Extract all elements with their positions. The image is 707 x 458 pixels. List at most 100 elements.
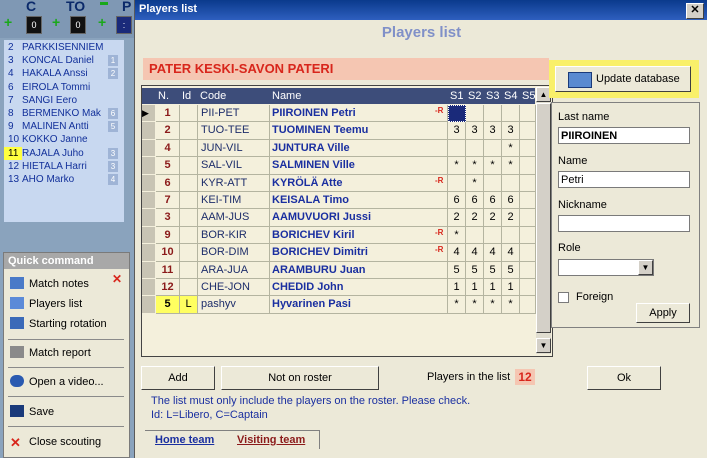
background-player-row[interactable]: 9 MALINEN Antti 5	[4, 120, 124, 133]
match-report-item[interactable]: Match report	[10, 344, 91, 362]
set-position-cell[interactable]: *	[448, 157, 466, 175]
set-position-cell[interactable]	[520, 157, 536, 175]
nickname-field[interactable]	[558, 215, 690, 232]
player-number-cell[interactable]: 10	[156, 244, 180, 262]
set-position-cell[interactable]: 1	[502, 279, 520, 297]
set-position-cell[interactable]	[520, 192, 536, 210]
player-name-cell[interactable]: CHEDID John	[270, 279, 448, 297]
background-player-row[interactable]: 8 BERMENKO Mak 6	[4, 107, 124, 120]
set-position-cell[interactable]	[466, 139, 484, 158]
player-name-cell[interactable]: PIIROINEN Petri	[270, 105, 448, 123]
set-position-cell[interactable]: 2	[448, 209, 466, 227]
player-code-cell[interactable]: JUN-VIL	[198, 139, 270, 158]
player-code-cell[interactable]: TUO-TEE	[198, 122, 270, 140]
close-button[interactable]: ✕	[686, 3, 704, 19]
player-name-cell[interactable]: TUOMINEN Teemu	[270, 122, 448, 140]
player-id-cell[interactable]	[180, 226, 198, 245]
set-position-cell[interactable]: 6	[484, 192, 502, 210]
set-position-cell[interactable]: 3	[466, 122, 484, 140]
players-list-item[interactable]: Players list	[10, 295, 82, 313]
player-number-cell[interactable]: 2	[156, 122, 180, 140]
player-code-cell[interactable]: CHE-JON	[198, 279, 270, 297]
foreign-checkbox[interactable]	[558, 292, 569, 303]
set-position-cell[interactable]: 6	[502, 192, 520, 210]
player-number-cell[interactable]: 9	[156, 226, 180, 245]
starting-rotation-item[interactable]: Starting rotation	[10, 315, 107, 333]
player-number-cell[interactable]: 11	[156, 261, 180, 279]
player-name-cell[interactable]: JUNTURA Ville	[270, 139, 448, 158]
set-position-cell[interactable]: 5	[484, 261, 502, 279]
player-id-cell[interactable]	[180, 261, 198, 279]
row-selector[interactable]: ▶	[142, 105, 155, 122]
set-position-cell[interactable]: 1	[448, 279, 466, 297]
plus-icon[interactable]: +	[4, 14, 12, 30]
minus-icon[interactable]	[100, 2, 108, 5]
row-selector[interactable]	[142, 244, 155, 261]
row-selector[interactable]	[142, 122, 155, 139]
player-code-cell[interactable]: ARA-JUA	[198, 261, 270, 279]
column-header[interactable]: N.	[158, 88, 182, 105]
set-position-cell[interactable]	[520, 209, 536, 227]
set-position-cell[interactable]: 2	[466, 209, 484, 227]
set-position-cell[interactable]: 1	[484, 279, 502, 297]
set-position-cell[interactable]: *	[466, 157, 484, 175]
not-on-roster-button[interactable]: Not on roster	[221, 366, 379, 390]
player-id-cell[interactable]: L	[180, 296, 198, 314]
player-id-cell[interactable]	[180, 192, 198, 210]
background-player-row[interactable]: 12 HIETALA Harri 3	[4, 160, 124, 173]
player-code-cell[interactable]: SAL-VIL	[198, 157, 270, 175]
background-player-row[interactable]: 10 KOKKO Janne	[4, 133, 124, 146]
row-selector[interactable]	[142, 157, 155, 174]
player-number-cell[interactable]: 4	[156, 139, 180, 158]
column-header[interactable]: S1	[450, 88, 468, 105]
background-player-row[interactable]: 4 HAKALA Anssi 2	[4, 67, 124, 80]
chevron-down-icon[interactable]: ▼	[638, 260, 653, 275]
column-header[interactable]: S4	[504, 88, 522, 105]
column-header[interactable]: S5	[522, 88, 538, 105]
column-header[interactable]: S3	[486, 88, 504, 105]
player-number-cell[interactable]: 12	[156, 279, 180, 297]
set-position-cell[interactable]	[520, 226, 536, 245]
set-position-cell[interactable]	[466, 105, 484, 123]
set-position-cell[interactable]: *	[502, 139, 520, 158]
player-code-cell[interactable]: BOR-KIR	[198, 226, 270, 245]
ok-button[interactable]: Ok	[587, 366, 661, 390]
background-player-row[interactable]: 6 EIROLA Tommi	[4, 81, 124, 94]
player-id-cell[interactable]	[180, 279, 198, 297]
row-selector[interactable]	[142, 209, 155, 226]
set-position-cell[interactable]: 4	[484, 244, 502, 262]
player-name-cell[interactable]: ARAMBURU Juan	[270, 261, 448, 279]
player-id-cell[interactable]	[180, 105, 198, 123]
set-position-cell[interactable]: *	[502, 296, 520, 314]
row-selector[interactable]	[142, 226, 155, 244]
set-position-cell[interactable]: 1	[466, 279, 484, 297]
set-position-cell[interactable]: 5	[448, 261, 466, 279]
vertical-scrollbar[interactable]: ▲ ▼	[536, 87, 551, 354]
update-database-button[interactable]: Update database	[555, 66, 691, 92]
player-number-cell[interactable]: 1	[156, 105, 180, 123]
set-position-cell[interactable]: *	[448, 296, 466, 314]
set-position-cell[interactable]	[448, 139, 466, 158]
tab-visiting-team[interactable]: Visiting team	[227, 430, 321, 449]
player-id-cell[interactable]	[180, 122, 198, 140]
set-position-cell[interactable]: *	[448, 226, 466, 245]
player-code-cell[interactable]: KYR-ATT	[198, 174, 270, 192]
player-name-cell[interactable]: SALMINEN Ville	[270, 157, 448, 175]
set-position-cell[interactable]: 3	[502, 122, 520, 140]
player-name-cell[interactable]: BORICHEV Dimitri	[270, 244, 448, 262]
player-name-cell[interactable]: KYRÖLÄ Atte	[270, 174, 448, 192]
set-position-cell[interactable]: *	[466, 296, 484, 314]
name-field[interactable]: Petri	[558, 171, 690, 188]
set-position-cell[interactable]: *	[466, 174, 484, 192]
column-header[interactable]: Name	[272, 88, 450, 105]
player-id-cell[interactable]	[180, 244, 198, 262]
row-selector[interactable]	[142, 174, 155, 191]
row-selector[interactable]	[142, 139, 155, 157]
set-position-cell[interactable]: 2	[484, 209, 502, 227]
set-position-cell[interactable]: 3	[448, 122, 466, 140]
player-id-cell[interactable]	[180, 157, 198, 175]
player-id-cell[interactable]	[180, 174, 198, 192]
background-player-row[interactable]: 13 AHO Marko 4	[4, 173, 124, 186]
close-icon[interactable]: ✕	[112, 272, 122, 286]
set-position-cell[interactable]	[484, 226, 502, 245]
